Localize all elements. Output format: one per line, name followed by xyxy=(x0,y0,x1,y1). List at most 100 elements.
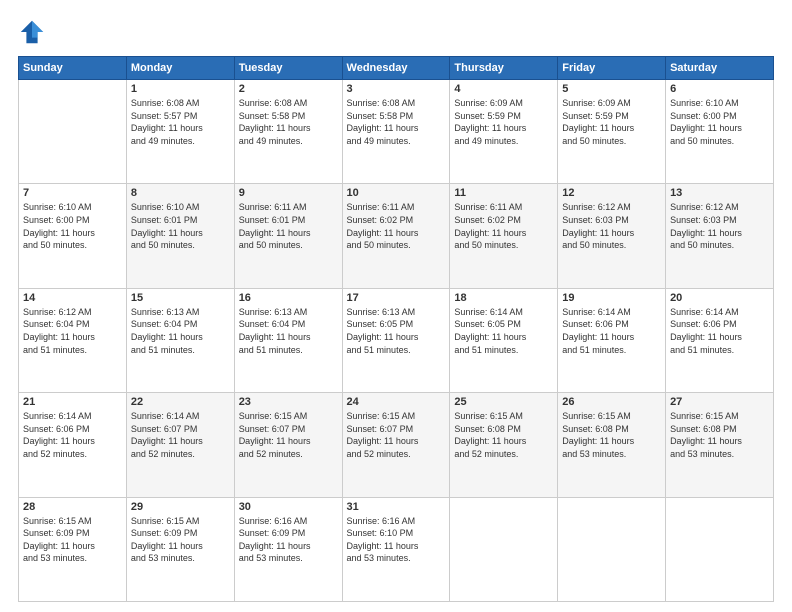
weekday-header-thursday: Thursday xyxy=(450,57,558,80)
calendar-cell: 14 Sunrise: 6:12 AM Sunset: 6:04 PM Dayli… xyxy=(19,288,127,392)
day-number: 25 xyxy=(454,396,553,408)
calendar-cell: 19Sunrise: 6:14 AM Sunset: 6:06 PM Dayli… xyxy=(558,288,666,392)
day-info: Sunrise: 6:15 AM Sunset: 6:09 PM Dayligh… xyxy=(23,515,122,565)
calendar-cell: 12Sunrise: 6:12 AM Sunset: 6:03 PM Dayli… xyxy=(558,184,666,288)
day-number: 11 xyxy=(454,187,553,199)
day-info: Sunrise: 6:16 AM Sunset: 6:10 PM Dayligh… xyxy=(347,515,446,565)
calendar-cell: 7 Sunrise: 6:10 AM Sunset: 6:00 PM Daylig… xyxy=(19,184,127,288)
day-info: Sunrise: 6:08 AM Sunset: 5:58 PM Dayligh… xyxy=(239,97,338,147)
calendar-cell: 29 Sunrise: 6:15 AM Sunset: 6:09 PM Dayli… xyxy=(126,497,234,601)
calendar-cell: 15 Sunrise: 6:13 AM Sunset: 6:04 PM Dayli… xyxy=(126,288,234,392)
header xyxy=(18,18,774,46)
calendar-week-row: 14 Sunrise: 6:12 AM Sunset: 6:04 PM Dayli… xyxy=(19,288,774,392)
day-number: 31 xyxy=(347,501,446,513)
calendar-cell: 9Sunrise: 6:11 AM Sunset: 6:01 PM Daylig… xyxy=(234,184,342,288)
day-number: 24 xyxy=(347,396,446,408)
weekday-header-sunday: Sunday xyxy=(19,57,127,80)
day-number: 16 xyxy=(239,292,338,304)
calendar-week-row: 21Sunrise: 6:14 AM Sunset: 6:06 PM Dayli… xyxy=(19,393,774,497)
weekday-header-monday: Monday xyxy=(126,57,234,80)
calendar-cell: 1 Sunrise: 6:08 AM Sunset: 5:57 PM Daylig… xyxy=(126,80,234,184)
day-info: Sunrise: 6:10 AM Sunset: 6:00 PM Dayligh… xyxy=(23,201,122,251)
weekday-header-friday: Friday xyxy=(558,57,666,80)
day-info: Sunrise: 6:11 AM Sunset: 6:02 PM Dayligh… xyxy=(454,201,553,251)
day-number: 14 xyxy=(23,292,122,304)
day-number: 15 xyxy=(131,292,230,304)
calendar-table: SundayMondayTuesdayWednesdayThursdayFrid… xyxy=(18,56,774,602)
calendar-cell: 30 Sunrise: 6:16 AM Sunset: 6:09 PM Dayli… xyxy=(234,497,342,601)
calendar-cell xyxy=(666,497,774,601)
calendar-cell xyxy=(558,497,666,601)
day-number: 4 xyxy=(454,83,553,95)
calendar-cell: 24Sunrise: 6:15 AM Sunset: 6:07 PM Dayli… xyxy=(342,393,450,497)
day-number: 5 xyxy=(562,83,661,95)
calendar-cell xyxy=(19,80,127,184)
calendar-week-row: 7 Sunrise: 6:10 AM Sunset: 6:00 PM Daylig… xyxy=(19,184,774,288)
calendar-week-row: 28 Sunrise: 6:15 AM Sunset: 6:09 PM Dayli… xyxy=(19,497,774,601)
calendar-cell: 20 Sunrise: 6:14 AM Sunset: 6:06 PM Dayli… xyxy=(666,288,774,392)
day-number: 30 xyxy=(239,501,338,513)
weekday-header-wednesday: Wednesday xyxy=(342,57,450,80)
day-info: Sunrise: 6:15 AM Sunset: 6:09 PM Dayligh… xyxy=(131,515,230,565)
day-number: 19 xyxy=(562,292,661,304)
calendar-cell: 26 Sunrise: 6:15 AM Sunset: 6:08 PM Dayli… xyxy=(558,393,666,497)
weekday-header-row: SundayMondayTuesdayWednesdayThursdayFrid… xyxy=(19,57,774,80)
calendar-cell: 3Sunrise: 6:08 AM Sunset: 5:58 PM Daylig… xyxy=(342,80,450,184)
day-info: Sunrise: 6:15 AM Sunset: 6:08 PM Dayligh… xyxy=(670,410,769,460)
day-info: Sunrise: 6:13 AM Sunset: 6:04 PM Dayligh… xyxy=(131,306,230,356)
day-number: 8 xyxy=(131,187,230,199)
calendar-cell xyxy=(450,497,558,601)
weekday-header-saturday: Saturday xyxy=(666,57,774,80)
day-info: Sunrise: 6:12 AM Sunset: 6:03 PM Dayligh… xyxy=(670,201,769,251)
day-info: Sunrise: 6:13 AM Sunset: 6:04 PM Dayligh… xyxy=(239,306,338,356)
calendar-cell: 17Sunrise: 6:13 AM Sunset: 6:05 PM Dayli… xyxy=(342,288,450,392)
day-info: Sunrise: 6:14 AM Sunset: 6:05 PM Dayligh… xyxy=(454,306,553,356)
day-number: 22 xyxy=(131,396,230,408)
calendar-cell: 6 Sunrise: 6:10 AM Sunset: 6:00 PM Daylig… xyxy=(666,80,774,184)
calendar-cell: 10Sunrise: 6:11 AM Sunset: 6:02 PM Dayli… xyxy=(342,184,450,288)
logo-icon xyxy=(18,18,46,46)
calendar-cell: 18 Sunrise: 6:14 AM Sunset: 6:05 PM Dayli… xyxy=(450,288,558,392)
day-number: 1 xyxy=(131,83,230,95)
day-info: Sunrise: 6:09 AM Sunset: 5:59 PM Dayligh… xyxy=(562,97,661,147)
day-number: 13 xyxy=(670,187,769,199)
day-info: Sunrise: 6:14 AM Sunset: 6:07 PM Dayligh… xyxy=(131,410,230,460)
calendar-cell: 27 Sunrise: 6:15 AM Sunset: 6:08 PM Dayli… xyxy=(666,393,774,497)
day-info: Sunrise: 6:08 AM Sunset: 5:58 PM Dayligh… xyxy=(347,97,446,147)
day-info: Sunrise: 6:10 AM Sunset: 6:00 PM Dayligh… xyxy=(670,97,769,147)
day-info: Sunrise: 6:08 AM Sunset: 5:57 PM Dayligh… xyxy=(131,97,230,147)
day-number: 2 xyxy=(239,83,338,95)
day-info: Sunrise: 6:15 AM Sunset: 6:07 PM Dayligh… xyxy=(239,410,338,460)
calendar-cell: 31 Sunrise: 6:16 AM Sunset: 6:10 PM Dayli… xyxy=(342,497,450,601)
calendar-cell: 2 Sunrise: 6:08 AM Sunset: 5:58 PM Daylig… xyxy=(234,80,342,184)
day-number: 6 xyxy=(670,83,769,95)
calendar-cell: 25 Sunrise: 6:15 AM Sunset: 6:08 PM Dayli… xyxy=(450,393,558,497)
calendar-cell: 11 Sunrise: 6:11 AM Sunset: 6:02 PM Dayli… xyxy=(450,184,558,288)
day-number: 26 xyxy=(562,396,661,408)
logo xyxy=(18,18,50,46)
calendar-cell: 22 Sunrise: 6:14 AM Sunset: 6:07 PM Dayli… xyxy=(126,393,234,497)
day-info: Sunrise: 6:12 AM Sunset: 6:04 PM Dayligh… xyxy=(23,306,122,356)
calendar-cell: 4 Sunrise: 6:09 AM Sunset: 5:59 PM Daylig… xyxy=(450,80,558,184)
day-number: 29 xyxy=(131,501,230,513)
day-number: 12 xyxy=(562,187,661,199)
day-info: Sunrise: 6:13 AM Sunset: 6:05 PM Dayligh… xyxy=(347,306,446,356)
day-number: 20 xyxy=(670,292,769,304)
day-info: Sunrise: 6:15 AM Sunset: 6:08 PM Dayligh… xyxy=(562,410,661,460)
day-number: 7 xyxy=(23,187,122,199)
calendar-cell: 28 Sunrise: 6:15 AM Sunset: 6:09 PM Dayli… xyxy=(19,497,127,601)
day-number: 27 xyxy=(670,396,769,408)
day-info: Sunrise: 6:16 AM Sunset: 6:09 PM Dayligh… xyxy=(239,515,338,565)
day-info: Sunrise: 6:15 AM Sunset: 6:08 PM Dayligh… xyxy=(454,410,553,460)
calendar-cell: 5 Sunrise: 6:09 AM Sunset: 5:59 PM Daylig… xyxy=(558,80,666,184)
calendar-cell: 21Sunrise: 6:14 AM Sunset: 6:06 PM Dayli… xyxy=(19,393,127,497)
day-number: 18 xyxy=(454,292,553,304)
page: SundayMondayTuesdayWednesdayThursdayFrid… xyxy=(0,0,792,612)
day-info: Sunrise: 6:11 AM Sunset: 6:02 PM Dayligh… xyxy=(347,201,446,251)
day-number: 28 xyxy=(23,501,122,513)
day-number: 21 xyxy=(23,396,122,408)
day-info: Sunrise: 6:14 AM Sunset: 6:06 PM Dayligh… xyxy=(670,306,769,356)
calendar-cell: 16 Sunrise: 6:13 AM Sunset: 6:04 PM Dayli… xyxy=(234,288,342,392)
day-info: Sunrise: 6:09 AM Sunset: 5:59 PM Dayligh… xyxy=(454,97,553,147)
calendar-cell: 13 Sunrise: 6:12 AM Sunset: 6:03 PM Dayli… xyxy=(666,184,774,288)
